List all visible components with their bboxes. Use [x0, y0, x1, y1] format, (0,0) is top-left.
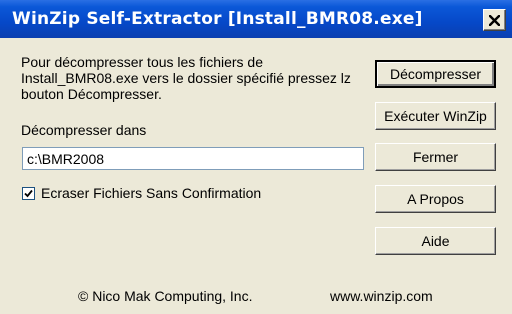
window-title: WinZip Self-Extractor [Install_BMR08.exe…	[12, 9, 423, 29]
website-text: www.winzip.com	[330, 288, 433, 304]
overwrite-option[interactable]: Ecraser Fichiers Sans Confirmation	[22, 185, 261, 201]
destination-folder-input[interactable]	[22, 147, 364, 170]
close-window-button[interactable]	[483, 9, 506, 31]
run-winzip-button[interactable]: Exécuter WinZip	[375, 102, 496, 130]
overwrite-checkbox[interactable]	[22, 186, 35, 200]
instructions-text: Pour décompresser tous les fichiers de I…	[21, 54, 351, 102]
decompress-button[interactable]: Décompresser	[375, 60, 496, 88]
overwrite-checkbox-label: Ecraser Fichiers Sans Confirmation	[41, 185, 262, 201]
help-button[interactable]: Aide	[375, 227, 496, 255]
about-button[interactable]: A Propos	[375, 185, 496, 213]
self-extractor-dialog: WinZip Self-Extractor [Install_BMR08.exe…	[0, 0, 512, 314]
close-icon	[489, 14, 500, 26]
close-button[interactable]: Fermer	[375, 143, 496, 171]
copyright-text: © Nico Mak Computing, Inc.	[78, 288, 253, 304]
destination-label: Décompresser dans	[21, 122, 147, 138]
title-bar[interactable]: WinZip Self-Extractor [Install_BMR08.exe…	[0, 0, 512, 38]
